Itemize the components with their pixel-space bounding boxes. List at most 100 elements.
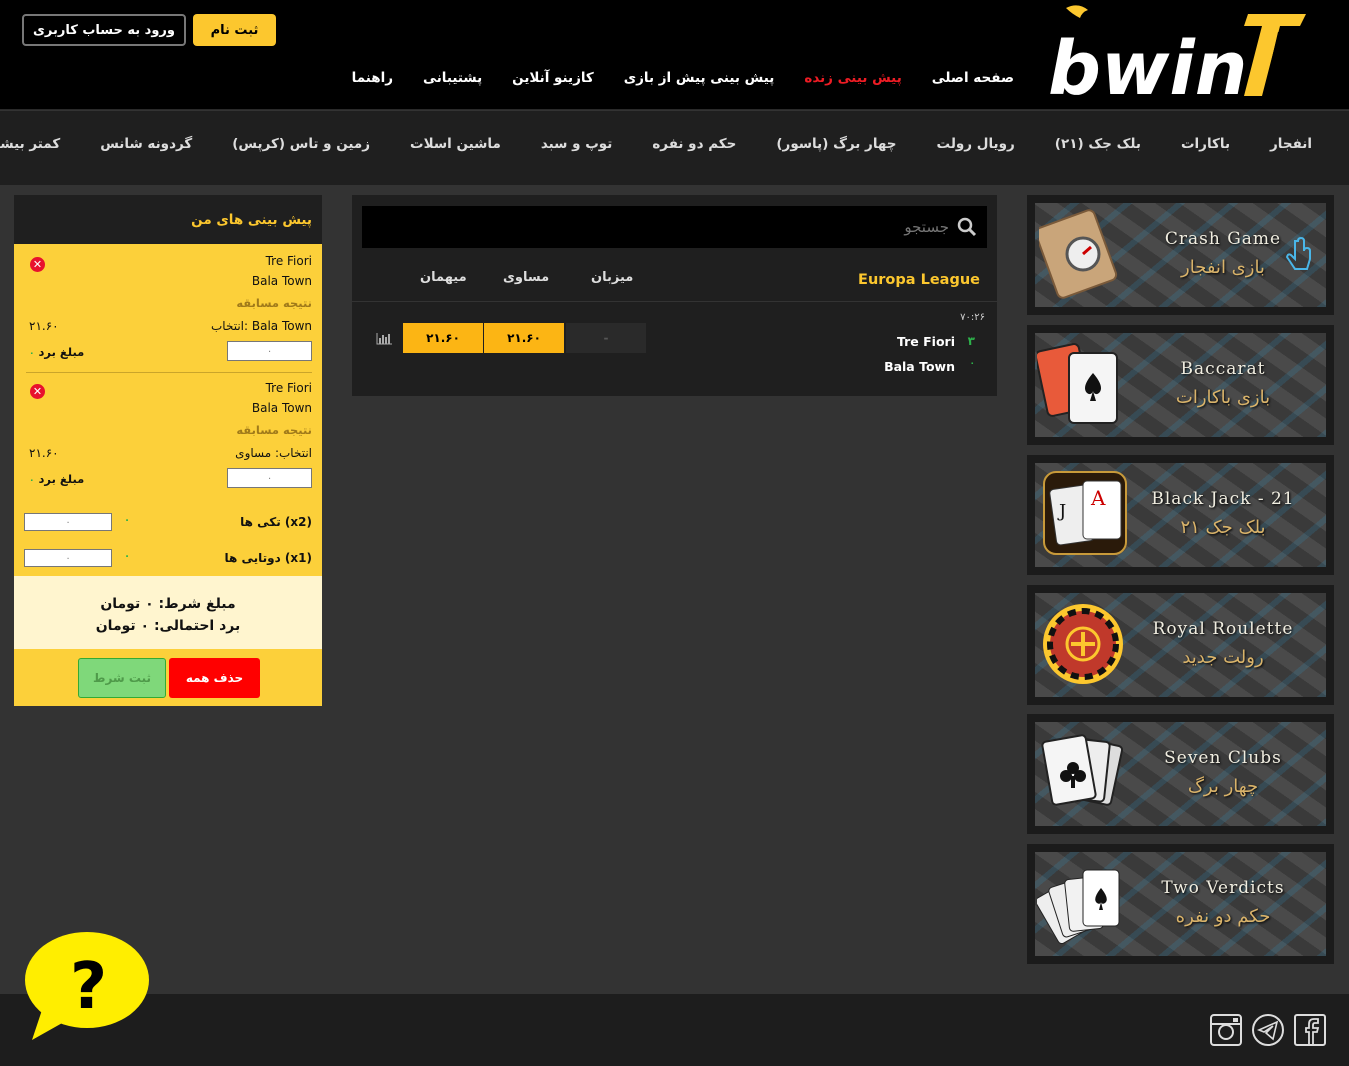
banner-title-fa: بلک جک ۲۱: [1180, 517, 1266, 538]
instagram-icon[interactable]: [1209, 1013, 1243, 1047]
bet-away-team: Bala Town: [251, 401, 312, 415]
game-crash[interactable]: انفجار: [1270, 136, 1312, 152]
stats-chart-icon[interactable]: [376, 333, 392, 345]
playing-cards-icon: [1037, 343, 1118, 424]
column-home: میزبان: [591, 270, 634, 285]
stake-input[interactable]: [227, 468, 312, 488]
search-icon[interactable]: [957, 217, 977, 237]
singles-value: ۰: [124, 515, 131, 526]
away-score: ۰: [969, 359, 976, 369]
match-time: ۷۰:۲۶: [960, 312, 985, 323]
blackjack-cards-icon: A J: [1043, 471, 1127, 555]
banner-title-fa: چهار برگ: [1187, 776, 1259, 797]
game-baccarat[interactable]: باکارات: [1181, 136, 1230, 152]
remove-bet-icon[interactable]: ✕: [30, 257, 45, 272]
game-hokm[interactable]: حکم دو نفره: [652, 136, 736, 152]
singles-label: تکی ها (x2): [240, 515, 312, 529]
game-basketball[interactable]: توپ و سبد: [541, 136, 612, 152]
bet-odds: ۲۱.۶۰: [29, 319, 59, 333]
home-team: Tre Fiori: [896, 334, 955, 349]
submit-bet-button[interactable]: ثبت شرط: [78, 658, 166, 698]
singles-stake-input[interactable]: [24, 513, 112, 531]
bet-home-team: Tre Fiori: [265, 254, 312, 268]
bet-market: نتیجه مسابقه: [236, 296, 312, 310]
game-wheel[interactable]: گردونه شانس: [100, 136, 192, 152]
nav-live-betting[interactable]: پیش بینی زنده: [804, 70, 901, 86]
game-nav: انفجار باکارات بلک جک (۲۱) رویال رولت چه…: [0, 111, 1349, 185]
nav-home[interactable]: صفحه اصلی: [932, 70, 1014, 86]
bet-slip: پیش بینی های من Tre Fiori Bala Town ✕ نت…: [14, 195, 322, 706]
roulette-wheel-icon: [1043, 604, 1123, 684]
game-blackjack[interactable]: بلک جک (۲۱): [1055, 136, 1141, 152]
win-amount-label: مبلغ برد ۰: [29, 345, 85, 359]
dynamite-icon: [1039, 209, 1118, 299]
game-pasur[interactable]: چهار برگ (پاسور): [776, 136, 896, 152]
nav-casino[interactable]: کازینو آنلاین: [512, 70, 594, 86]
banner-title-en: Black Jack - 21: [1151, 489, 1295, 509]
search-input[interactable]: [749, 218, 949, 236]
banner-title-fa: رولت جدید: [1182, 647, 1264, 668]
logo-text: bwin: [1048, 26, 1247, 100]
fan-cards-icon: [1037, 869, 1120, 945]
away-team: Bala Town: [884, 359, 955, 374]
bet-selection: انتخاب: Bala Town: [211, 319, 312, 333]
bet-home-team: Tre Fiori: [265, 381, 312, 395]
banner-royal-roulette[interactable]: Royal Roulette رولت جدید: [1027, 585, 1334, 705]
doubles-stake-input[interactable]: [24, 549, 112, 567]
banner-title-fa: بازی باکارات: [1175, 387, 1271, 408]
banner-title-en: Two Verdicts: [1161, 878, 1285, 898]
nav-prematch[interactable]: پیش بینی پیش از بازی: [624, 70, 775, 86]
column-away: میهمان: [420, 270, 467, 285]
top-bar: bwin ورود به حساب کاربری ثبت نام صفحه اص…: [0, 0, 1349, 112]
game-craps[interactable]: زمین و تاس (کرپس): [232, 136, 370, 152]
main-nav: صفحه اصلی پیش بینی زنده پیش بینی پیش از …: [352, 70, 1014, 86]
game-roulette[interactable]: رویال رولت: [937, 136, 1015, 152]
footer: [0, 994, 1349, 1066]
search-bar: [362, 206, 987, 248]
bet-slip-title: پیش بینی های من: [14, 195, 322, 244]
help-question-icon[interactable]: ?: [22, 930, 152, 1042]
game-hilo[interactable]: کمتر بیشتر: [0, 136, 60, 152]
banner-two-verdicts[interactable]: Two Verdicts حکم دو نفره: [1027, 844, 1334, 964]
svg-text:?: ?: [70, 950, 107, 1024]
hand-pointer-icon: [1285, 237, 1311, 270]
bet-selection: انتخاب: مساوی: [235, 446, 312, 460]
facebook-icon[interactable]: [1293, 1013, 1327, 1047]
win-amount-label: مبلغ برد ۰: [29, 472, 85, 486]
banner-title-fa: حکم دو نفره: [1175, 906, 1271, 927]
banner-blackjack[interactable]: A J Black Jack - 21 بلک جک ۲۱: [1027, 455, 1334, 575]
banner-baccarat[interactable]: Baccarat بازی باکارات: [1027, 325, 1334, 445]
bet-market: نتیجه مسابقه: [236, 423, 312, 437]
doubles-value: ۰: [124, 551, 131, 562]
bet-away-team: Bala Town: [251, 274, 312, 288]
clubs-cards-icon: [1041, 734, 1124, 806]
banner-crash-game[interactable]: Crash Game بازی انفجار: [1027, 195, 1334, 315]
live-matches-panel: Europa League میزبان مساوی میهمان ۷۰:۲۶ …: [352, 195, 997, 396]
stake-input[interactable]: [227, 341, 312, 361]
odds-home[interactable]: -: [566, 323, 646, 353]
total-stake: مبلغ شرط: ۰ تومان: [100, 596, 236, 612]
nav-support[interactable]: پشتیبانی: [423, 70, 482, 86]
doubles-label: دوتایی ها (x1): [224, 551, 312, 565]
banner-seven-clubs[interactable]: Seven Clubs چهار برگ: [1027, 714, 1334, 834]
delete-all-button[interactable]: حذف همه: [169, 658, 260, 698]
bet-odds: ۲۱.۶۰: [29, 446, 59, 460]
game-slots[interactable]: ماشین اسلات: [410, 136, 501, 152]
win-amount-value: ۰: [29, 349, 35, 359]
bet-summary: مبلغ شرط: ۰ تومان برد احتمالی: ۰ تومان: [14, 576, 322, 649]
svg-text:J: J: [1057, 501, 1066, 522]
home-score: ۳: [967, 334, 975, 348]
potential-win: برد احتمالی: ۰ تومان: [95, 618, 241, 634]
bwin-logo[interactable]: bwin: [1048, 4, 1313, 112]
register-button[interactable]: ثبت نام: [193, 14, 276, 46]
banner-title-en: Baccarat: [1180, 359, 1266, 379]
win-amount-value: ۰: [29, 476, 35, 486]
login-button[interactable]: ورود به حساب کاربری: [22, 14, 186, 46]
odds-away[interactable]: ۲۱.۶۰: [403, 323, 483, 353]
nav-help[interactable]: راهنما: [352, 70, 393, 86]
odds-draw[interactable]: ۲۱.۶۰: [484, 323, 564, 353]
banner-title-en: Royal Roulette: [1152, 619, 1294, 639]
league-title: Europa League: [858, 272, 980, 288]
telegram-icon[interactable]: [1251, 1013, 1285, 1047]
remove-bet-icon[interactable]: ✕: [30, 384, 45, 399]
